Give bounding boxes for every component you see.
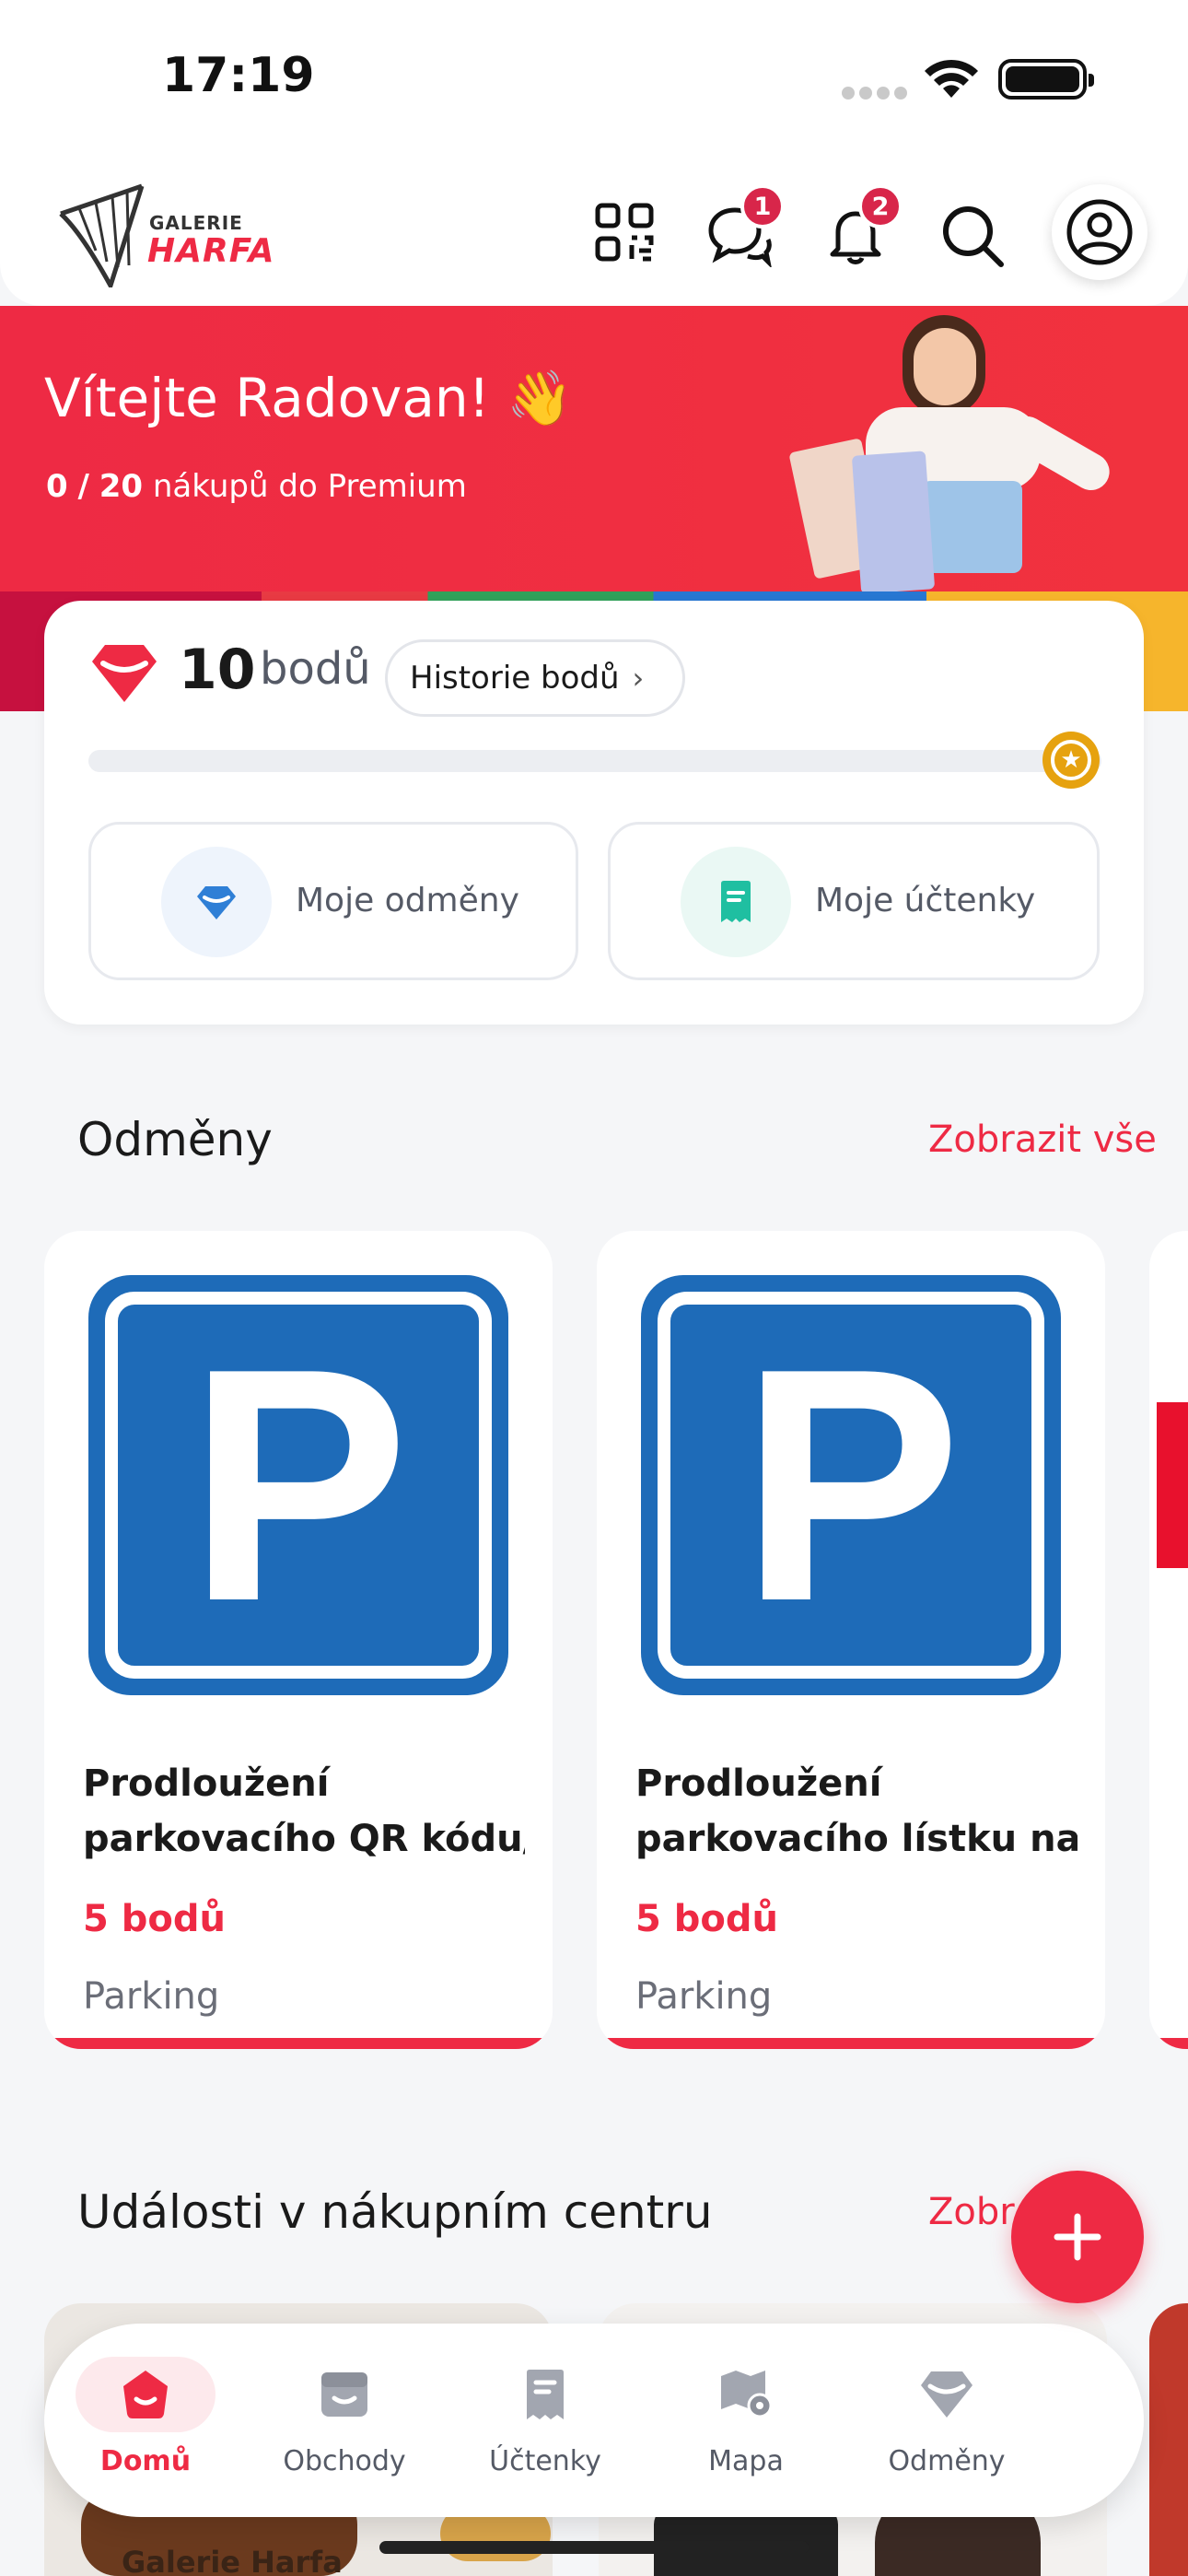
parking-icon: P — [88, 1275, 508, 1695]
event-card-text: Galerie Harfa — [122, 2545, 343, 2576]
parking-letter: P — [187, 1300, 410, 1670]
diamond-icon — [92, 645, 157, 702]
tab-rewards[interactable]: Odměny — [847, 2324, 1046, 2517]
cellular-signal-icon — [842, 87, 907, 100]
reward-accent-bar — [597, 2038, 1105, 2049]
points-history-label: Historie bodů — [410, 660, 620, 697]
events-section-title: Události v nákupním centru — [77, 2185, 713, 2239]
receipt-teal-icon — [721, 881, 751, 922]
tab-rewards-label: Odměny — [888, 2445, 1006, 2477]
tab-receipts[interactable]: Účtenky — [446, 2324, 645, 2517]
tile-icon-bg — [681, 847, 791, 957]
chevron-right-icon: › — [632, 661, 645, 696]
tab-shops[interactable]: Obchody — [245, 2324, 444, 2517]
home-indicator — [379, 2541, 809, 2554]
tab-home[interactable]: Domů — [46, 2324, 245, 2517]
points-card: 10 bodů Historie bodů › ★ Moje odměny Mo… — [44, 601, 1144, 1025]
tab-shops-label: Obchody — [283, 2445, 406, 2477]
points-progress-bar — [88, 750, 1101, 772]
bottom-tab-bar: Domů Obchody Účtenky Mapa Odměny — [44, 2324, 1144, 2517]
event-card-peek[interactable] — [1149, 2303, 1188, 2576]
shop-icon — [321, 2372, 367, 2417]
reward-card[interactable]: P Prodloužení parkovacího QR kódu/... 5 … — [44, 1231, 553, 2049]
diamond-blue-icon — [197, 886, 236, 919]
reward-title: Prodloužení parkovacího QR kódu/... — [83, 1762, 525, 1860]
user-avatar-icon — [1066, 199, 1133, 265]
shopping-woman-image — [764, 306, 1133, 610]
receipt-icon — [527, 2370, 564, 2419]
logo[interactable]: GALERIE HARFA — [53, 177, 274, 287]
logo-top-text: GALERIE — [149, 212, 243, 234]
my-rewards-tile[interactable]: Moje odměny — [88, 822, 578, 980]
reward-points: 5 bodů — [635, 1898, 778, 1940]
rewards-show-all-link[interactable]: Zobrazit vše — [928, 1118, 1157, 1161]
tile-icon-bg — [161, 847, 272, 957]
plus-icon — [1054, 2213, 1101, 2261]
tab-map-label: Mapa — [708, 2445, 784, 2477]
points-value: 10 — [179, 638, 256, 702]
reward-category: Parking — [635, 1975, 773, 2018]
tab-active-pill — [76, 2357, 215, 2432]
welcome-greeting: Vítejte Radovan! 👋 — [44, 367, 574, 429]
reward-accent-bar — [44, 2038, 553, 2049]
add-button[interactable] — [1011, 2171, 1144, 2303]
profile-button[interactable] — [1052, 184, 1147, 280]
app-header: GALERIE HARFA 1 2 — [0, 157, 1188, 306]
reward-points: 5 bodů — [83, 1898, 226, 1940]
premium-star-icon: ★ — [1042, 732, 1100, 789]
events-show-all-link[interactable]: Zobr — [928, 2191, 1015, 2233]
harp-logo-icon — [59, 183, 145, 287]
reward-card-peek[interactable] — [1149, 1231, 1188, 2049]
home-icon — [123, 2371, 168, 2418]
qr-code-icon[interactable] — [595, 203, 654, 262]
reward-title: Prodloužení parkovacího lístku na d... — [635, 1762, 1077, 1860]
tab-receipts-label: Účtenky — [489, 2445, 601, 2477]
diamond-gray-icon — [921, 2371, 973, 2418]
wifi-icon — [925, 59, 978, 98]
points-unit: bodů — [260, 643, 371, 695]
battery-icon — [998, 59, 1094, 100]
map-icon — [721, 2371, 773, 2418]
search-icon[interactable] — [939, 203, 1006, 269]
status-time: 17:19 — [162, 48, 315, 103]
reward-category: Parking — [83, 1975, 220, 2018]
rewards-section-title: Odměny — [77, 1113, 273, 1166]
chat-badge: 1 — [740, 184, 785, 228]
logo-bottom-text: HARFA — [147, 232, 275, 270]
my-receipts-tile[interactable]: Moje účtenky — [608, 822, 1100, 980]
notification-badge: 2 — [858, 184, 903, 228]
parking-icon: P — [641, 1275, 1061, 1695]
tab-map[interactable]: Mapa — [646, 2324, 845, 2517]
tab-home-label: Domů — [99, 2445, 192, 2477]
reward-card[interactable]: P Prodloužení parkovacího lístku na d...… — [597, 1231, 1105, 2049]
parking-letter: P — [740, 1300, 962, 1670]
my-receipts-label: Moje účtenky — [815, 882, 1036, 919]
status-bar: 17:19 — [0, 0, 1188, 157]
premium-progress-text: 0 / 20 nákupů do Premium — [46, 468, 467, 505]
points-history-button[interactable]: Historie bodů › — [385, 639, 685, 717]
my-rewards-label: Moje odměny — [296, 882, 519, 919]
